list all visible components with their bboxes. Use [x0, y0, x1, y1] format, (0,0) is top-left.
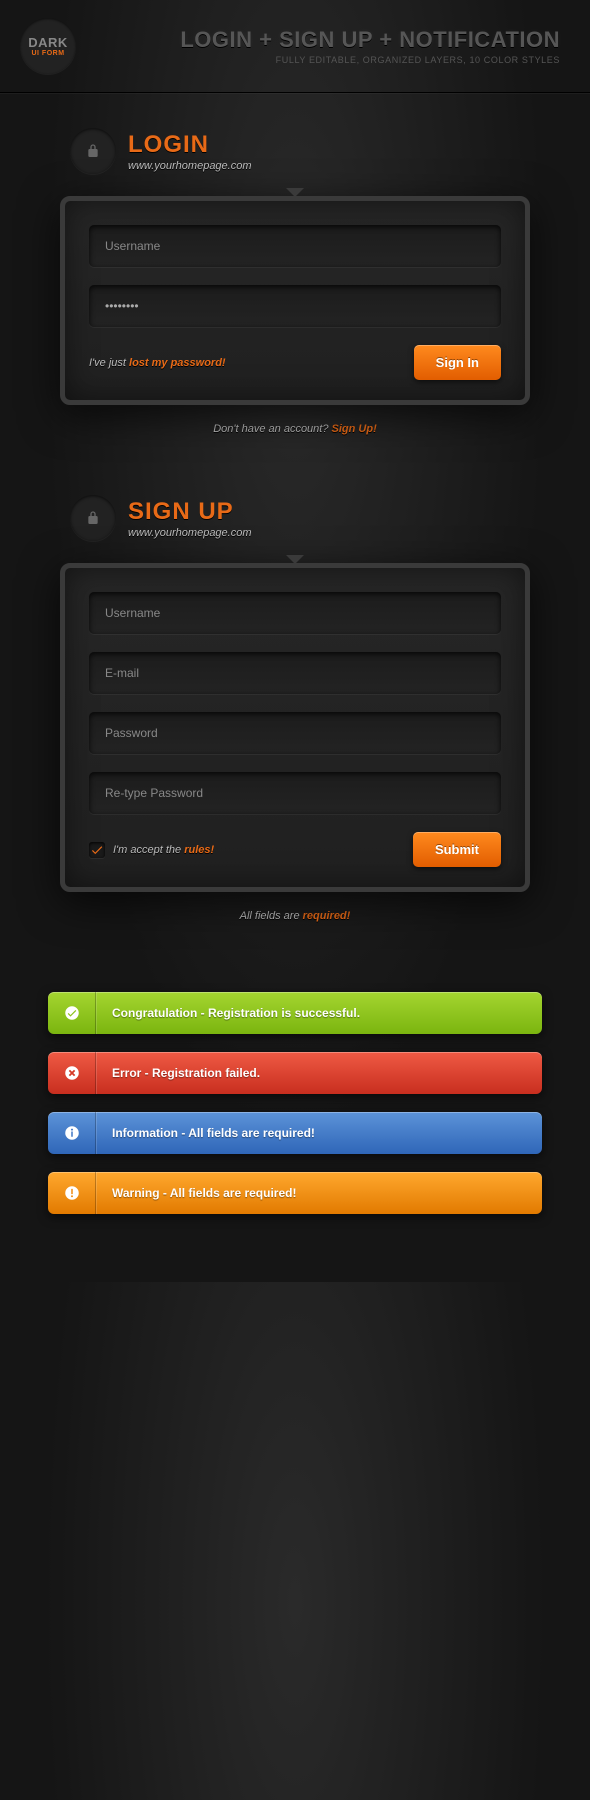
notification-warning: Warning - All fields are required! — [48, 1172, 542, 1214]
accept-rules-text: I'm accept the rules! — [113, 844, 214, 856]
rules-link[interactable]: rules! — [184, 844, 214, 856]
accept-rules-checkbox[interactable] — [89, 842, 105, 858]
logo-line1: DARK — [28, 36, 68, 49]
warning-circle-icon — [48, 1172, 96, 1214]
header-subtitle: FULLY EDITABLE, ORGANIZED LAYERS, 10 COL… — [180, 55, 560, 65]
signup-section: SIGN UP www.yourhomepage.com I'm accept … — [0, 435, 590, 922]
arrow-down-icon — [286, 555, 304, 564]
password-input[interactable] — [105, 299, 485, 313]
notification-error: Error - Registration failed. — [48, 1052, 542, 1094]
logo-line2: UI FORM — [31, 50, 64, 57]
signup-username-input[interactable] — [105, 606, 485, 620]
username-input[interactable] — [105, 239, 485, 253]
notification-success: Congratulation - Registration is success… — [48, 992, 542, 1034]
notification-text: Congratulation - Registration is success… — [96, 1006, 360, 1020]
notification-text: Warning - All fields are required! — [96, 1186, 296, 1200]
signup-panel: I'm accept the rules! Submit — [60, 563, 530, 892]
username-field-wrap — [89, 225, 501, 267]
signup-title: SIGN UP — [128, 498, 252, 526]
arrow-down-icon — [286, 188, 304, 197]
signup-subtitle: www.yourhomepage.com — [128, 527, 252, 539]
header-title: LOGIN + SIGN UP + NOTIFICATION — [180, 27, 560, 53]
login-panel: I've just lost my password! Sign In — [60, 196, 530, 405]
notification-info: Information - All fields are required! — [48, 1112, 542, 1154]
lost-password-link[interactable]: lost my password! — [129, 357, 226, 369]
signup-repassword-input[interactable] — [105, 786, 485, 800]
login-subtitle: www.yourhomepage.com — [128, 160, 252, 172]
submit-button[interactable]: Submit — [413, 832, 501, 867]
lock-icon — [70, 495, 116, 541]
logo-badge: DARK UI FORM — [20, 18, 76, 74]
info-circle-icon — [48, 1112, 96, 1154]
signin-button[interactable]: Sign In — [414, 345, 501, 380]
login-under-text: Don't have an account? Sign Up! — [60, 423, 530, 435]
login-title: LOGIN — [128, 131, 252, 159]
lost-password-text: I've just lost my password! — [89, 357, 226, 369]
signup-email-input[interactable] — [105, 666, 485, 680]
login-section: LOGIN www.yourhomepage.com I've just los… — [0, 93, 590, 435]
lock-icon — [70, 128, 116, 174]
signup-link[interactable]: Sign Up! — [332, 423, 377, 435]
notification-text: Error - Registration failed. — [96, 1066, 260, 1080]
page-header: DARK UI FORM LOGIN + SIGN UP + NOTIFICAT… — [0, 0, 590, 93]
required-label: required! — [303, 910, 351, 922]
notifications-section: Congratulation - Registration is success… — [0, 922, 590, 1282]
check-circle-icon — [48, 992, 96, 1034]
signup-password-input[interactable] — [105, 726, 485, 740]
signup-under-text: All fields are required! — [60, 910, 530, 922]
notification-text: Information - All fields are required! — [96, 1126, 315, 1140]
x-circle-icon — [48, 1052, 96, 1094]
password-field-wrap — [89, 285, 501, 327]
